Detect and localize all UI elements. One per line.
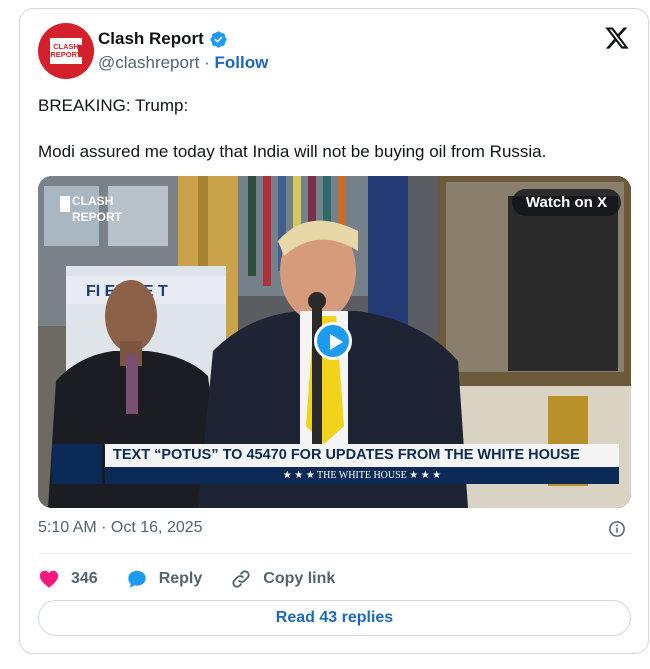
avatar[interactable]: CLASH REPORT	[38, 23, 94, 79]
chyron-subtext: ★ ★ ★ THE WHITE HOUSE ★ ★ ★	[105, 467, 619, 484]
divider	[38, 553, 631, 554]
avatar-text-line2: REPORT	[50, 50, 82, 59]
overlay-logo-line2: REPORT	[72, 210, 123, 224]
reply-bubble-icon	[127, 570, 146, 588]
tweet-text-line2: Modi assured me today that India will no…	[38, 142, 547, 161]
reply-label: Reply	[158, 570, 203, 587]
info-icon[interactable]	[608, 520, 626, 538]
like-button[interactable]: 346	[38, 568, 98, 590]
tweet-text: BREAKING: Trump: Modi assured me today t…	[38, 94, 628, 186]
link-icon	[232, 570, 250, 588]
tweet-card: CLASH REPORT Clash Report @clashreport ·…	[19, 8, 649, 654]
chyron-text: TEXT “POTUS” TO 45470 FOR UPDATES FROM T…	[105, 444, 619, 467]
copy-link-button[interactable]: Copy link	[230, 568, 335, 590]
avatar-logo-notch	[78, 45, 94, 57]
verified-badge-icon	[210, 30, 227, 48]
video-media[interactable]: FI ER HE T CLASH REPORT Watch on X TEXT …	[38, 176, 631, 508]
overlay-logo-line1: CLASH	[72, 194, 114, 208]
play-icon[interactable]	[314, 322, 352, 360]
like-count: 346	[71, 570, 98, 587]
author-name-row: Clash Report	[98, 29, 228, 49]
white-house-emblem-icon	[52, 444, 102, 484]
x-logo-icon[interactable]	[604, 25, 630, 51]
author-handle[interactable]: @clashreport	[98, 53, 199, 72]
reply-button[interactable]: Reply	[126, 568, 203, 590]
author-handle-row: @clashreport · Follow	[98, 53, 268, 73]
tweet-text-line1: BREAKING: Trump:	[38, 96, 189, 115]
action-bar: 346 Reply Copy link	[38, 565, 363, 593]
author-name[interactable]: Clash Report	[98, 29, 204, 49]
video-overlay-logo: CLASH REPORT	[60, 194, 123, 224]
heart-icon	[39, 570, 59, 588]
copy-link-label: Copy link	[263, 570, 336, 587]
video-chyron: TEXT “POTUS” TO 45470 FOR UPDATES FROM T…	[52, 444, 619, 484]
tweet-timestamp[interactable]: 5:10 AM · Oct 16, 2025	[38, 519, 203, 537]
follow-button[interactable]: Follow	[215, 53, 269, 72]
read-replies-button[interactable]: Read 43 replies	[38, 600, 631, 636]
handle-separator: ·	[204, 53, 210, 72]
watch-on-x-button[interactable]: Watch on X	[511, 189, 621, 216]
